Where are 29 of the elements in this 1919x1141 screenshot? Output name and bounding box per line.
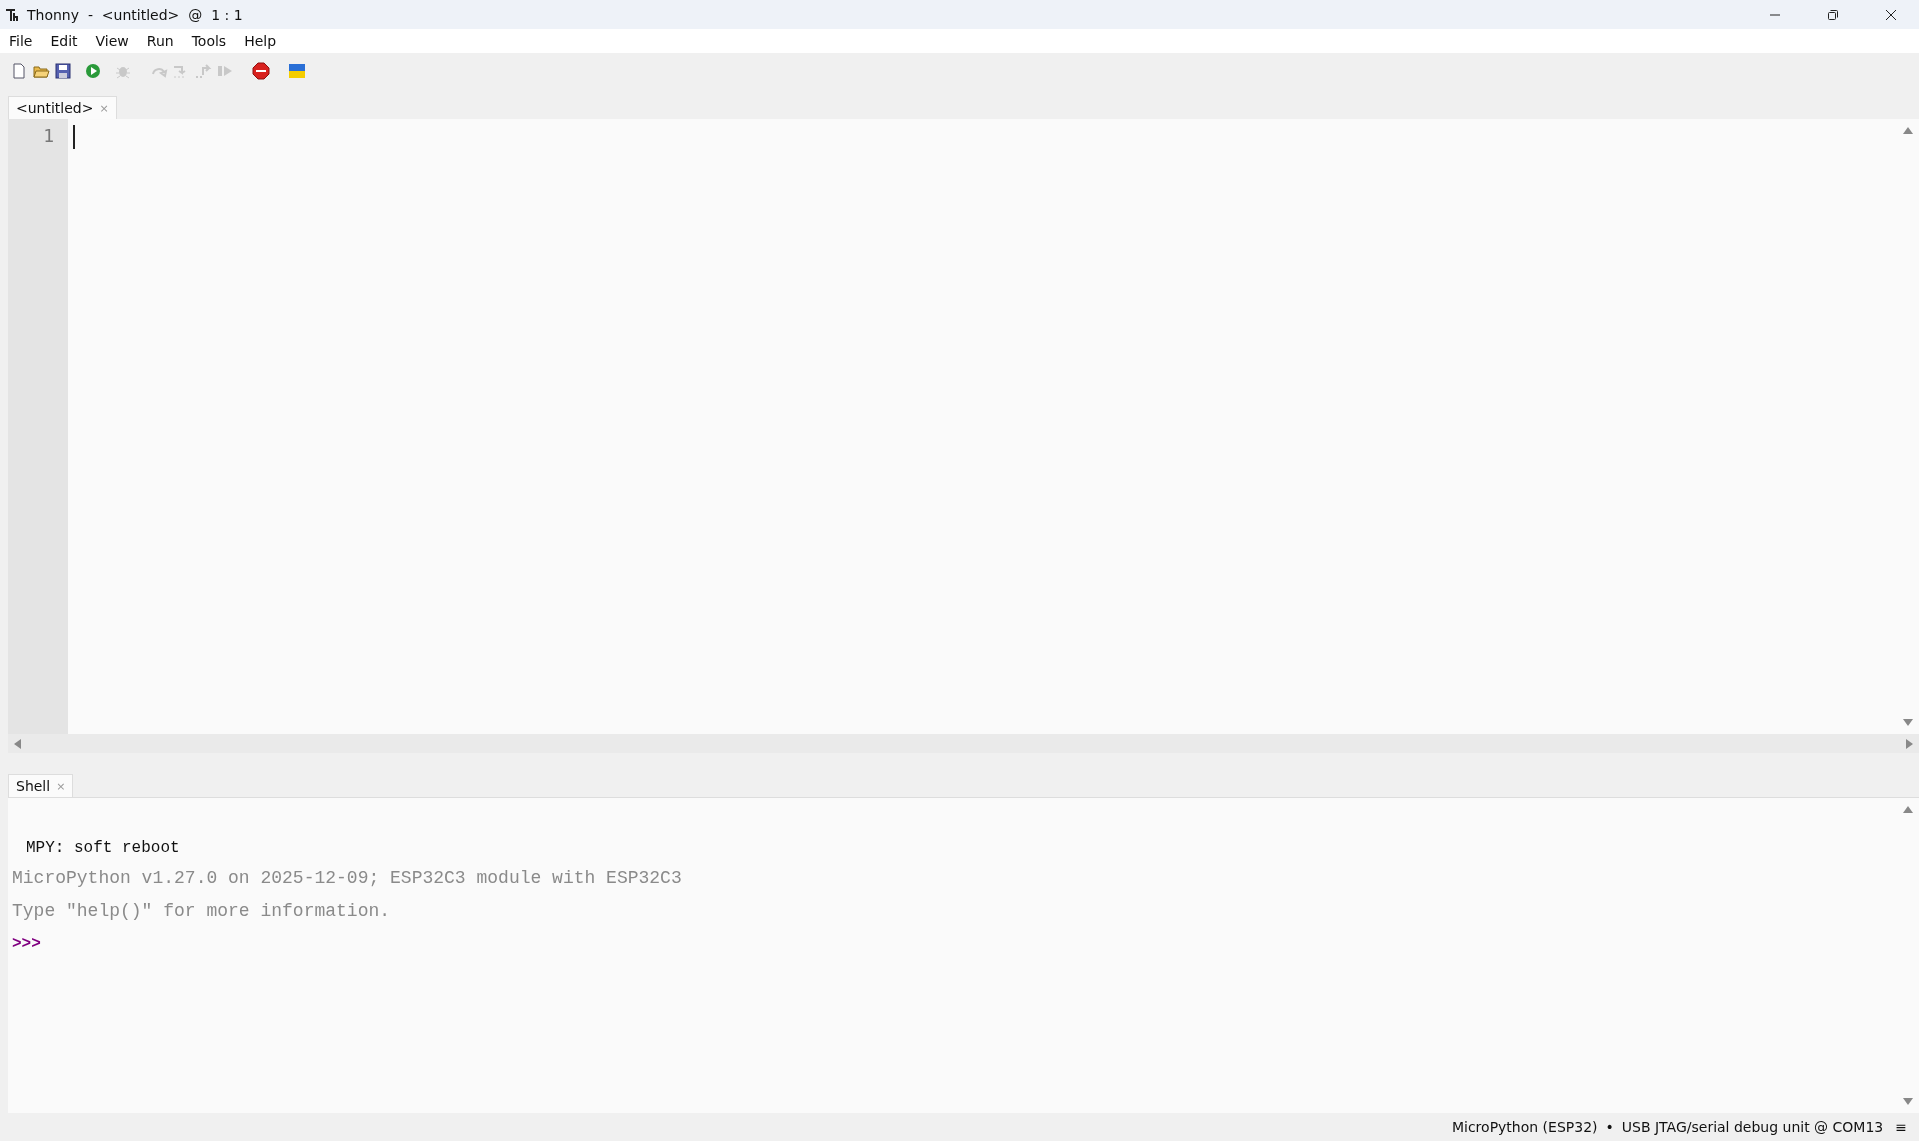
shell-output-line: MicroPython v1.27.0 on 2025-12-09; ESP32C3 module with ESP32C3 bbox=[12, 867, 682, 888]
interpreter-label[interactable]: MicroPython (ESP32) bbox=[1451, 1119, 1598, 1135]
flag-icon[interactable] bbox=[288, 62, 306, 80]
port-label[interactable]: USB JTAG/serial debug unit @ COM13 bbox=[1621, 1119, 1884, 1135]
menu-item[interactable]: Run bbox=[146, 33, 174, 49]
menu-item[interactable]: View bbox=[95, 33, 129, 49]
separator-dot: • bbox=[1605, 1119, 1614, 1135]
shell-output-line: MPY: soft reboot bbox=[26, 838, 180, 857]
tab-label[interactable]: Shell bbox=[16, 778, 51, 794]
shell-tab[interactable]: Shell × bbox=[8, 774, 74, 797]
restore-icon[interactable] bbox=[1827, 8, 1839, 21]
editor-tab[interactable]: <untitled> × bbox=[8, 96, 117, 119]
shell-prompt: >>> bbox=[12, 934, 41, 953]
app-logo-icon bbox=[5, 6, 21, 23]
menu-icon[interactable]: ≡ bbox=[1895, 1119, 1907, 1135]
shell-output-line: Type "help()" for more information. bbox=[12, 900, 391, 921]
menu-item[interactable]: Edit bbox=[50, 33, 78, 49]
tab-label[interactable]: <untitled> bbox=[16, 100, 94, 116]
new-icon[interactable] bbox=[10, 62, 28, 80]
menu-item[interactable]: Help bbox=[244, 33, 277, 49]
horizontal-scrollbar[interactable] bbox=[8, 734, 1919, 753]
run-icon[interactable] bbox=[84, 62, 102, 80]
close-icon[interactable] bbox=[1885, 8, 1897, 21]
menu-item[interactable]: File bbox=[9, 33, 33, 49]
window-title: Thonny - <untitled> @ 1 : 1 bbox=[27, 6, 243, 23]
line-number: 1 bbox=[43, 125, 54, 146]
menu-item[interactable]: Tools bbox=[191, 33, 227, 49]
save-icon[interactable] bbox=[54, 62, 72, 80]
stop-icon[interactable] bbox=[252, 62, 270, 80]
